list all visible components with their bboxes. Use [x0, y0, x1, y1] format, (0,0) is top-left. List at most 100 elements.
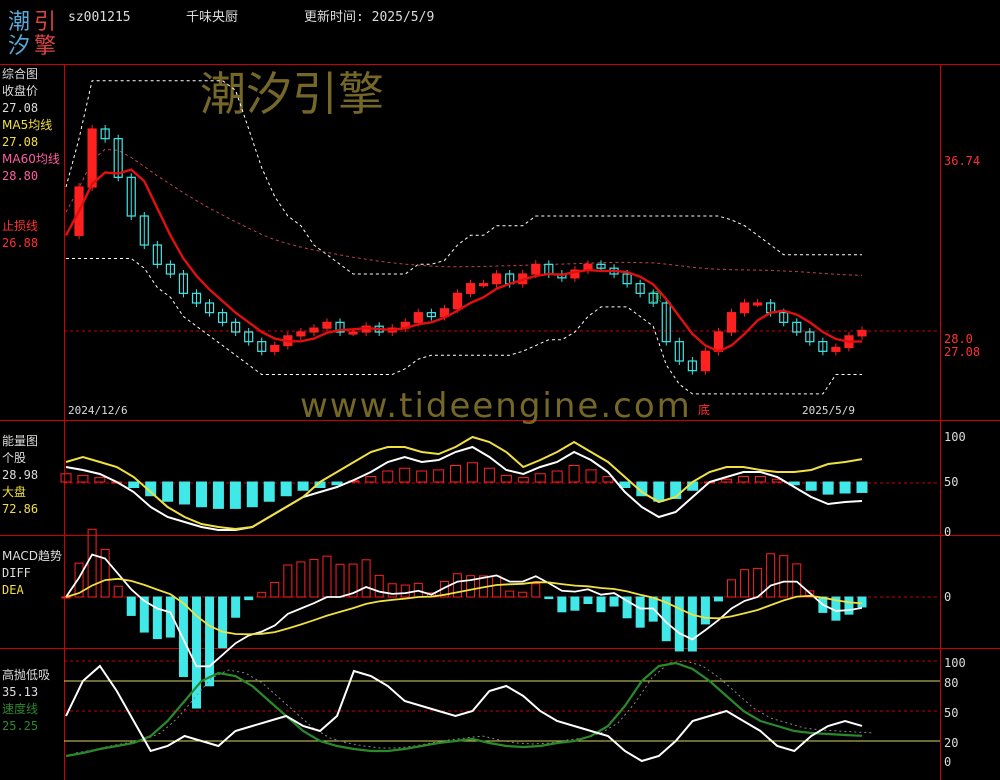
energy-bar — [856, 481, 868, 493]
macd-bar — [570, 596, 580, 611]
macd-bar — [700, 596, 710, 625]
macd-bar — [61, 596, 71, 599]
lower-band-line — [66, 258, 862, 395]
energy-bar — [585, 469, 597, 483]
candle-body — [753, 302, 763, 306]
macd-bar — [387, 583, 397, 598]
macd-bar — [505, 590, 515, 598]
macd-bar — [113, 585, 123, 598]
macd-bar — [374, 574, 384, 598]
energy-bar — [839, 481, 851, 494]
energy-bar — [162, 481, 174, 502]
macd-bar — [792, 563, 802, 598]
energy-bar — [128, 481, 140, 488]
macd-bar — [296, 561, 306, 598]
energy-bar — [653, 481, 665, 502]
energy-bar — [331, 481, 343, 486]
macd-bar — [779, 555, 789, 598]
candle-body — [322, 321, 332, 329]
macd-bar — [218, 596, 228, 649]
candle-body — [857, 329, 867, 337]
energy-bar — [77, 474, 89, 483]
chart-canvas — [60, 80, 940, 763]
macd-bar — [531, 583, 541, 598]
candle-body — [713, 331, 724, 352]
candle-body — [831, 346, 841, 352]
energy-bar — [568, 465, 580, 483]
macd-bar — [557, 596, 567, 613]
candle-body — [726, 312, 737, 333]
macd-bar — [518, 591, 528, 598]
macd-bar — [270, 581, 280, 598]
candle-body — [87, 128, 97, 188]
macd-bar — [361, 559, 371, 598]
energy-bar — [195, 481, 207, 508]
energy-bar — [483, 467, 495, 483]
candle-body — [465, 283, 476, 294]
macd-bar — [100, 549, 110, 598]
energy-bar — [365, 476, 377, 483]
macd-bar — [727, 579, 737, 598]
macd-bar — [753, 567, 763, 598]
energy-bar — [551, 470, 563, 483]
energy-bar — [60, 473, 72, 483]
energy-bar — [450, 465, 462, 483]
candle-body — [531, 263, 541, 275]
macd-bar — [844, 596, 854, 615]
upper-band-line — [65, 80, 862, 275]
energy-bar — [534, 473, 546, 483]
energy-bar — [500, 474, 512, 483]
energy-bar — [246, 481, 258, 508]
energy-bar — [433, 469, 445, 483]
macd-bar — [609, 596, 619, 607]
candle-body — [492, 273, 502, 285]
macd-bar — [766, 553, 776, 598]
candle-body — [413, 312, 423, 323]
macd-bar — [152, 596, 162, 640]
energy-bar — [280, 481, 292, 497]
candle-body — [309, 327, 319, 333]
energy-bar — [754, 476, 766, 483]
energy-bar — [263, 481, 275, 502]
energy-bar — [822, 481, 834, 495]
energy-bar — [721, 478, 733, 483]
energy-bar — [466, 462, 478, 483]
macd-bar — [322, 555, 332, 598]
candle-body — [296, 331, 306, 337]
macd-bar — [400, 584, 410, 598]
candle-body — [478, 283, 489, 287]
macd-bar — [740, 569, 750, 598]
macd-bar — [635, 596, 645, 628]
macd-bar — [583, 596, 593, 604]
macd-bar — [178, 596, 188, 677]
energy-bar — [94, 477, 106, 483]
macd-bar — [335, 563, 345, 598]
macd-bar — [231, 596, 241, 618]
macd-bar — [492, 575, 502, 598]
macd-bar — [205, 596, 215, 687]
osc-value-line — [65, 664, 863, 763]
macd-bar — [283, 564, 293, 598]
macd-bar — [674, 596, 684, 652]
macd-bar — [596, 596, 606, 613]
energy-bar — [737, 476, 749, 483]
candle-body — [739, 302, 750, 314]
macd-bar — [126, 596, 136, 616]
candle-body — [452, 292, 463, 310]
energy-bar — [297, 481, 309, 491]
macd-bar — [687, 596, 697, 652]
candle-body — [348, 331, 358, 335]
macd-bar — [857, 596, 867, 608]
macd-bar — [309, 558, 319, 598]
energy-bar — [229, 481, 241, 509]
energy-bar — [382, 470, 394, 483]
energy-bar — [517, 477, 529, 483]
energy-bar — [399, 467, 411, 483]
candle-body — [270, 344, 280, 352]
ma5-line — [64, 168, 863, 353]
energy-bar — [179, 481, 191, 505]
candle-body — [700, 350, 711, 372]
energy-bar — [212, 481, 224, 509]
macd-bar — [244, 596, 254, 601]
energy-bar — [805, 481, 817, 491]
